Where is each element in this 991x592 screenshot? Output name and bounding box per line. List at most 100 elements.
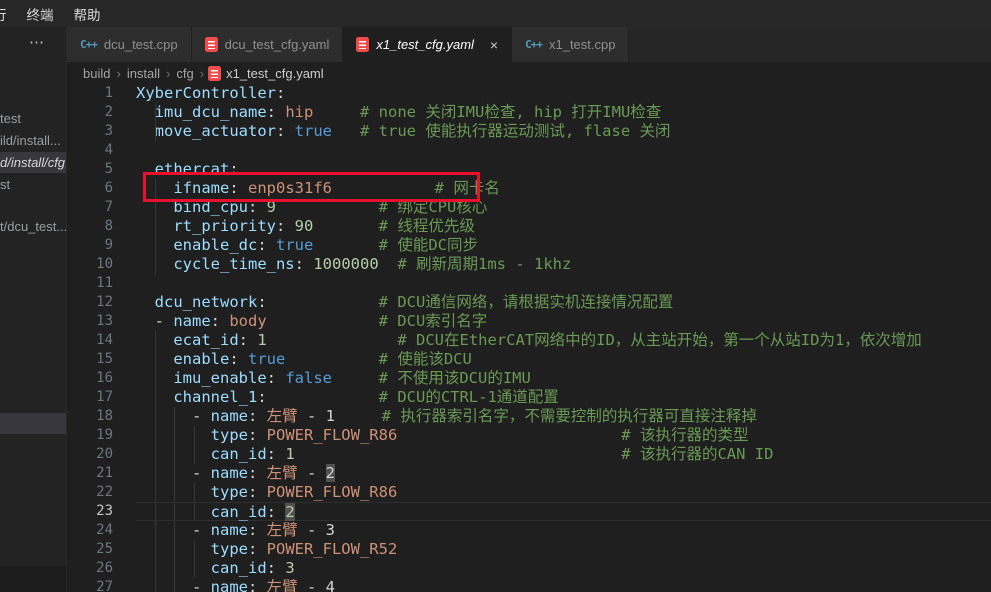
editor-tab-bar: C++dcu_test.cppdcu_test_cfg.yamlx1_test_… [67,27,991,62]
code-token: name [211,521,248,539]
line-number: 4 [67,141,136,160]
code-line[interactable]: 18 - name: 左臂 - 1 # 执行器索引名字，不需要控制的执行器可直接… [67,407,991,426]
code-line[interactable]: 9 enable_dc: true # 使能DC同步 [67,236,991,255]
code-line[interactable]: 12 dcu_network: # DCU通信网络，请根据实机连接情况配置 [67,293,991,312]
code-text: rt_priority: 90 # 线程优先级 [136,217,991,236]
vscode-window: 行终端帮助 ⋯ testild/install...d/install/cfgs… [0,0,991,592]
code-token: # 刷新周期1ms - 1khz [397,255,571,273]
code-token: : [276,217,295,235]
close-icon[interactable]: × [490,38,498,52]
code-line[interactable]: 16 imu_enable: false # 不使用该DCU的IMU [67,369,991,388]
breadcrumb-file[interactable]: x1_test_cfg.yaml [208,66,324,81]
code-line[interactable]: 5 ethercat: [67,160,991,179]
code-line[interactable]: 13 - name: body # DCU索引名字 [67,312,991,331]
indent-guide [155,445,156,464]
code-text: can_id: 2 [136,502,991,521]
code-line[interactable]: 7 bind_cpu: 9 # 绑定CPU核心 [67,198,991,217]
editor-tab[interactable]: C++dcu_test.cpp [67,27,192,62]
code-line[interactable]: 6 ifname: enp0s31f6 # 网卡名 [67,179,991,198]
line-number: 15 [67,350,136,369]
sidebar-selection-row[interactable] [0,413,66,434]
sidebar-item[interactable]: test [0,108,66,129]
code-token: name [211,464,248,482]
code-text: cycle_time_ns: 1000000 # 刷新周期1ms - 1khz [136,255,991,274]
breadcrumb-item[interactable]: cfg [174,66,195,81]
code-token [136,160,155,178]
code-token: # true 使能执行器运动测试, flase 关闭 [360,122,670,140]
code-line[interactable]: 4 [67,141,991,160]
code-line[interactable]: 11 [67,274,991,293]
line-number: 9 [67,236,136,255]
indent-guide [174,483,175,502]
code-text: channel_1: # DCU的CTRL-1通道配置 [136,388,991,407]
sidebar-item[interactable]: d/install/cfg [0,152,66,173]
indent-guide [155,103,156,122]
line-number: 10 [67,255,136,274]
code-line[interactable]: 15 enable: true # 使能该DCU [67,350,991,369]
code-text: - name: body # DCU索引名字 [136,312,991,331]
code-line[interactable]: 10 cycle_time_ns: 1000000 # 刷新周期1ms - 1k… [67,255,991,274]
code-token: : [248,426,267,444]
line-number: 13 [67,312,136,331]
sidebar: ⋯ testild/install...d/install/cfgst t/dcu… [0,27,67,592]
more-actions-button[interactable]: ⋯ [29,33,45,51]
line-number: 19 [67,426,136,445]
menu-item[interactable]: 行 [0,0,17,27]
sidebar-item[interactable]: t/dcu_test... [0,216,66,237]
indent-guide [174,464,175,483]
editor[interactable]: 1XyberController:2 imu_dcu_name: hip # n… [67,84,991,592]
code-text: ifname: enp0s31f6 # 网卡名 [136,179,991,198]
tab-label: x1_test.cpp [549,37,616,52]
chevron-right-icon: › [162,66,174,81]
editor-tab[interactable]: dcu_test_cfg.yaml [192,27,344,62]
tab-label: dcu_test.cpp [104,37,178,52]
code-line[interactable]: 8 rt_priority: 90 # 线程优先级 [67,217,991,236]
indent-guide [194,559,195,578]
breadcrumb-item[interactable]: build [81,66,112,81]
code-line[interactable]: 17 channel_1: # DCU的CTRL-1通道配置 [67,388,991,407]
line-number: 23 [67,502,136,521]
code-line[interactable]: 24 - name: 左臂 - 3 [67,521,991,540]
code-line[interactable]: 21 - name: 左臂 - 2 [67,464,991,483]
menu-item[interactable]: 帮助 [64,0,111,27]
code-token: : [257,236,276,254]
indent-guide [174,578,175,592]
code-line[interactable]: 22 type: POWER_FLOW_R86 [67,483,991,502]
code-token [332,369,379,387]
code-token: POWER_FLOW_R86 [267,483,398,501]
code-text: type: POWER_FLOW_R52 [136,540,991,559]
code-token: enp0s31f6 [248,179,332,197]
code-line[interactable]: 25 type: POWER_FLOW_R52 [67,540,991,559]
code-text: move_actuator: true # true 使能执行器运动测试, fl… [136,122,991,141]
editor-tab[interactable]: x1_test_cfg.yaml× [343,27,512,62]
sidebar-item[interactable]: ild/install... [0,130,66,151]
code-line[interactable]: 20 can_id: 1 # 该执行器的CAN ID [67,445,991,464]
indent-guide [194,483,195,502]
code-line[interactable]: 27 - name: 左臂 - 4 [67,578,991,592]
menu-item[interactable]: 终端 [17,0,64,27]
code-text: - name: 左臂 - 3 [136,521,991,540]
code-token [313,236,378,254]
code-token: - 1 [298,407,382,425]
code-token: POWER_FLOW_R86 [267,426,398,444]
code-token: 左臂 [267,407,298,425]
code-line[interactable]: 14 ecat_id: 1 # DCU在EtherCAT网络中的ID，从主站开始… [67,331,991,350]
code-token: - 3 [298,521,335,539]
code-token: 左臂 [267,578,298,592]
indent-guide [155,388,156,407]
code-line[interactable]: 2 imu_dcu_name: hip # none 关闭IMU检查, hip … [67,103,991,122]
sidebar-item[interactable]: st [0,174,66,195]
chevron-right-icon: › [196,66,208,81]
editor-tab[interactable]: C++x1_test.cpp [512,27,629,62]
code-line[interactable]: 1XyberController: [67,84,991,103]
code-token [295,445,622,463]
code-line[interactable]: 19 type: POWER_FLOW_R86 # 该执行器的类型 [67,426,991,445]
code-line[interactable]: 26 can_id: 3 [67,559,991,578]
code-token: name [211,407,248,425]
code-token: enable [173,350,229,368]
code-token [332,179,435,197]
breadcrumb-item[interactable]: install [125,66,162,81]
code-line[interactable]: 23 can_id: 2 [67,502,991,521]
code-line[interactable]: 3 move_actuator: true # true 使能执行器运动测试, … [67,122,991,141]
code-token: : [229,160,238,178]
